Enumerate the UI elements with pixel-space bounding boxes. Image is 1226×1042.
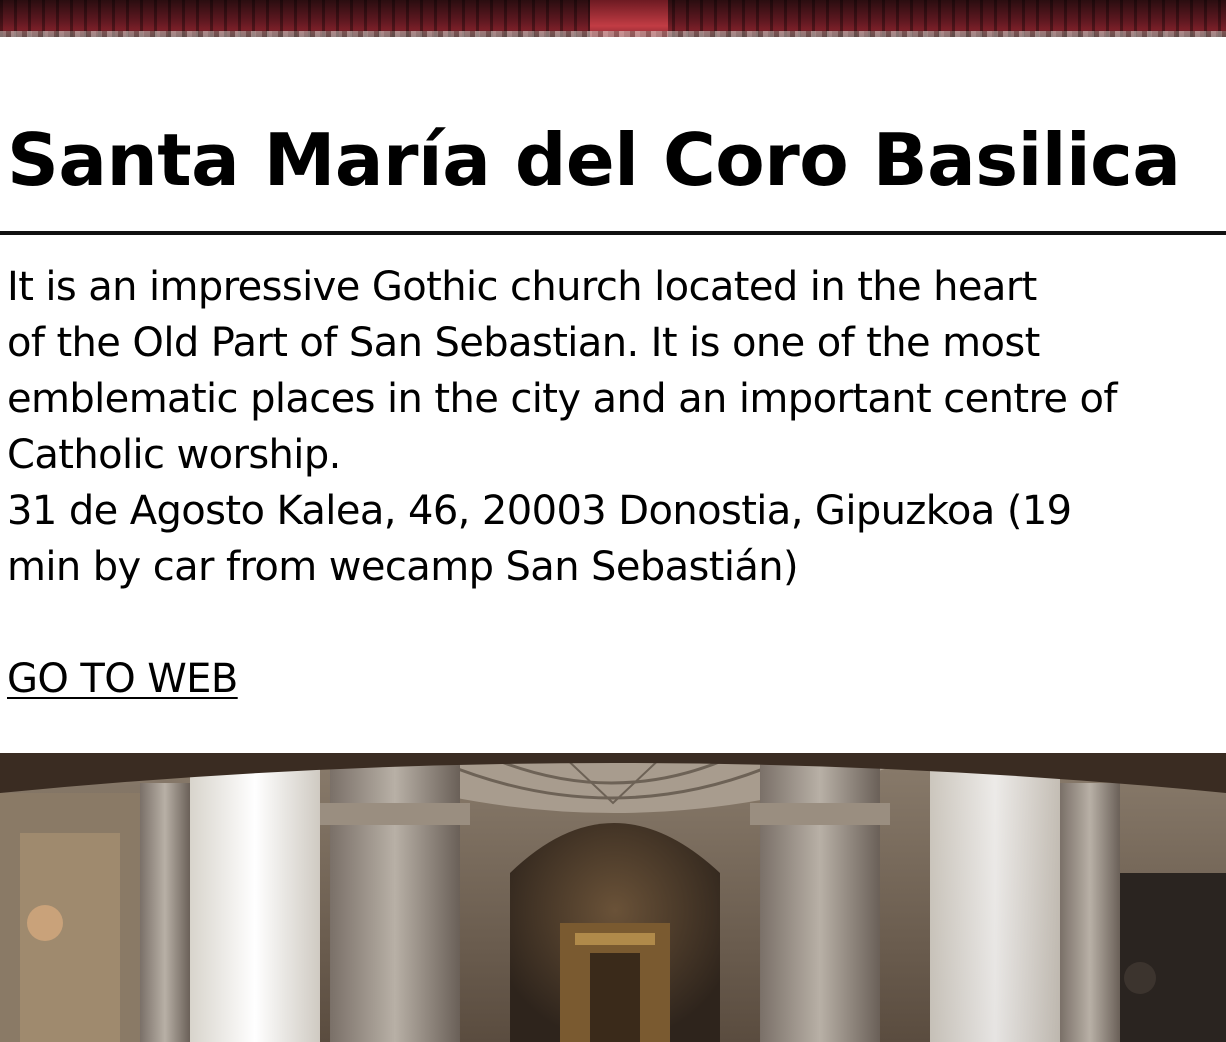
- description-line: of the Old Part of San Sebastian. It is …: [7, 320, 1040, 366]
- basilica-interior-illustration: [0, 753, 1226, 1042]
- place-description: It is an impressive Gothic church locate…: [7, 259, 1226, 595]
- page: Santa María del Coro Basilica It is an i…: [0, 0, 1226, 1042]
- description-line: It is an impressive Gothic church locate…: [7, 264, 1037, 310]
- page-title: Santa María del Coro Basilica: [7, 118, 1181, 202]
- basilica-interior-image: [0, 753, 1226, 1042]
- address-line: 31 de Agosto Kalea, 46, 20003 Donostia, …: [7, 488, 1072, 534]
- title-divider: [0, 231, 1226, 235]
- go-to-web-link[interactable]: GO TO WEB: [7, 651, 238, 707]
- address-line: min by car from wecamp San Sebastián): [7, 544, 799, 590]
- description-line: Catholic worship.: [7, 432, 341, 478]
- theatre-seats-image: [0, 0, 1226, 37]
- description-line: emblematic places in the city and an imp…: [7, 376, 1118, 422]
- image-edge: [0, 31, 1226, 37]
